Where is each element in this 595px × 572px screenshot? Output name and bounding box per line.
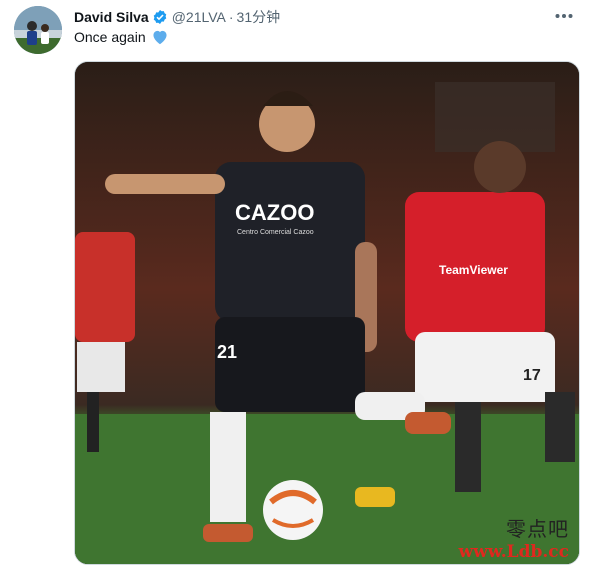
right-player-number: 17 (523, 367, 541, 384)
blue-heart-icon (151, 29, 169, 45)
more-dots-icon[interactable] (551, 6, 577, 26)
watermark-url: www.Ldb.cc (458, 542, 569, 562)
author-handle[interactable]: @21LVA (172, 9, 226, 25)
watermark-chinese: 零点吧 (506, 517, 569, 541)
verified-badge-icon (152, 9, 168, 25)
left-player-number: 21 (217, 342, 237, 362)
avatar-image (14, 6, 62, 54)
tweet-text: Once again (74, 29, 169, 45)
shirt-sponsor-left-sub: Centro Comercial Cazoo (237, 229, 314, 236)
tweet-text-content: Once again (74, 29, 146, 45)
tweet-photo[interactable]: CAZOO Centro Comercial Cazoo 21 TeamView… (74, 61, 580, 565)
avatar[interactable] (14, 6, 62, 54)
shirt-sponsor-left: CAZOO (235, 200, 314, 225)
tweet-timestamp[interactable]: 31分钟 (237, 7, 281, 27)
shirt-sponsor-right: TeamViewer (439, 263, 508, 277)
author-name[interactable]: David Silva (74, 9, 149, 25)
football-match-photo: CAZOO Centro Comercial Cazoo 21 TeamView… (75, 62, 579, 564)
watermark: 零点吧 www.Ldb.cc (459, 513, 569, 562)
tweet-header: David Silva @21LVA · 31分钟 (74, 8, 280, 26)
meta-separator: · (228, 9, 234, 25)
